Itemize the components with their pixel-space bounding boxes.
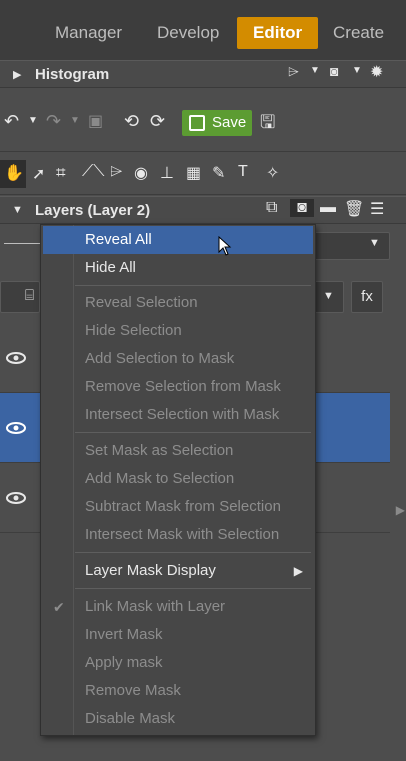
redo-icon: ↷ [46,111,62,131]
menu-item-hide-selection: Hide Selection [85,322,182,339]
properties-icon: ⌸ [25,287,35,304]
panel-expand-icon[interactable]: ▶ [396,503,405,517]
crop-icon[interactable]: ⌗ [56,163,66,183]
mask-context-menu: Reveal All Hide All Reveal Selection Hid… [40,224,316,736]
eye-icon[interactable] [6,422,26,434]
perspective-icon[interactable]: ⟋⟍ [82,163,104,181]
layers-section[interactable]: ▼ Layers (Layer 2) ⧉ ◙ ▬ 🗑 ☰ [0,196,406,224]
menu-item-add-mask-to-selection: Add Mask to Selection [85,470,235,487]
history-image-icon: ▣ [88,113,104,130]
menu-separator [75,552,311,553]
menu-item-intersect-mask-with-selection: Intersect Mask with Selection [85,526,280,543]
chevron-down-icon[interactable]: ▼ [352,65,362,76]
eye-icon[interactable] [6,492,26,504]
tab-editor[interactable]: Editor [237,17,319,49]
menu-icon[interactable]: ☰ [370,199,384,219]
clipping-icon[interactable]: ⌲ [288,63,299,80]
tab-develop[interactable]: Develop [141,17,235,49]
histogram-section[interactable]: ▶ Histogram ⌲ ▼ ◙ ▼ ✹ [0,60,406,88]
menu-item-invert-mask: Invert Mask [85,626,163,643]
save-label: Save [212,114,247,131]
rotate-left-icon[interactable]: ⟲ [124,111,139,132]
divider [4,243,40,244]
tab-create[interactable]: Create [317,17,400,49]
layers-title: Layers (Layer 2) [35,202,151,219]
chevron-down-icon: ▼ [369,237,380,249]
pointer-icon[interactable]: ➚ [32,164,45,184]
menu-separator [75,285,311,286]
menu-item-link-mask-with-layer: ✔ Link Mask with Layer [43,593,313,621]
eye-icon[interactable] [6,352,26,364]
menu-item-remove-mask: Remove Mask [85,682,181,699]
menu-item-reveal-selection: Reveal Selection [85,294,198,311]
red-eye-icon[interactable]: ◉ [134,163,148,183]
undo-icon[interactable]: ↶ [4,111,19,132]
menu-separator [75,432,311,433]
top-nav: Manager Develop Editor Create [0,0,406,60]
folder-icon[interactable]: ▬ [320,199,336,217]
menu-item-hide-all[interactable]: Hide All [43,254,313,282]
histogram-title: Histogram [35,66,110,83]
save-button[interactable]: Save [182,110,252,136]
menu-item-add-selection-to-mask: Add Selection to Mask [85,350,235,367]
menu-item-intersect-selection-with-mask: Intersect Selection with Mask [85,406,280,423]
chevron-down-icon[interactable]: ▼ [310,65,320,76]
brush-icon[interactable]: ✎ [212,163,225,183]
menu-item-layer-mask-display[interactable]: Layer Mask Display ▶ [43,557,313,585]
collapse-arrow-icon[interactable]: ▼ [12,204,23,216]
mask-preview-icon[interactable]: ◙ [330,63,338,79]
effects-icon[interactable]: ✧ [266,163,279,183]
save-as-icon[interactable]: 🖫 [260,110,275,140]
menu-item-apply-mask: Apply mask [85,654,163,671]
tab-manager[interactable]: Manager [39,17,138,49]
menu-separator [75,588,311,589]
menu-item-set-mask-as-selection: Set Mask as Selection [85,442,234,459]
layer-props-button[interactable]: ⌸ [0,281,40,313]
trash-icon[interactable]: 🗑 [344,199,364,219]
menu-item-subtract-mask-from-selection: Subtract Mask from Selection [85,498,281,515]
lasso-icon[interactable]: ⌲ [110,163,122,181]
submenu-arrow-icon: ▶ [293,564,303,578]
menu-item-remove-selection-from-mask: Remove Selection from Mask [85,378,281,395]
straighten-icon[interactable]: ⊥ [160,163,174,183]
text-icon[interactable]: T [238,163,248,181]
menu-item-reveal-all[interactable]: Reveal All [43,226,313,254]
chevron-down-icon: ▼ [70,115,80,126]
checkmark-icon: ✔ [53,599,65,615]
chevron-down-icon: ▼ [323,290,334,302]
menu-item-label: Link Mask with Layer [85,598,226,615]
hand-tool[interactable]: ✋ [0,160,26,188]
settings-icon[interactable]: ✹ [370,62,383,82]
duplicate-layer-icon[interactable]: ⧉ [266,199,277,217]
hand-icon: ✋ [4,165,24,182]
menu-item-disable-mask: Disable Mask [85,710,176,727]
fx-button[interactable]: fx [351,281,383,313]
expand-arrow-icon[interactable]: ▶ [13,68,21,81]
menu-item-label: Layer Mask Display [85,562,216,579]
save-icon [189,115,205,131]
chevron-down-icon[interactable]: ▼ [28,115,38,126]
layer-mask-icon[interactable]: ◙ [290,199,314,217]
rotate-right-icon[interactable]: ⟳ [150,111,165,132]
mouse-cursor-icon [218,236,232,256]
grid-icon[interactable]: ▦ [186,163,201,183]
